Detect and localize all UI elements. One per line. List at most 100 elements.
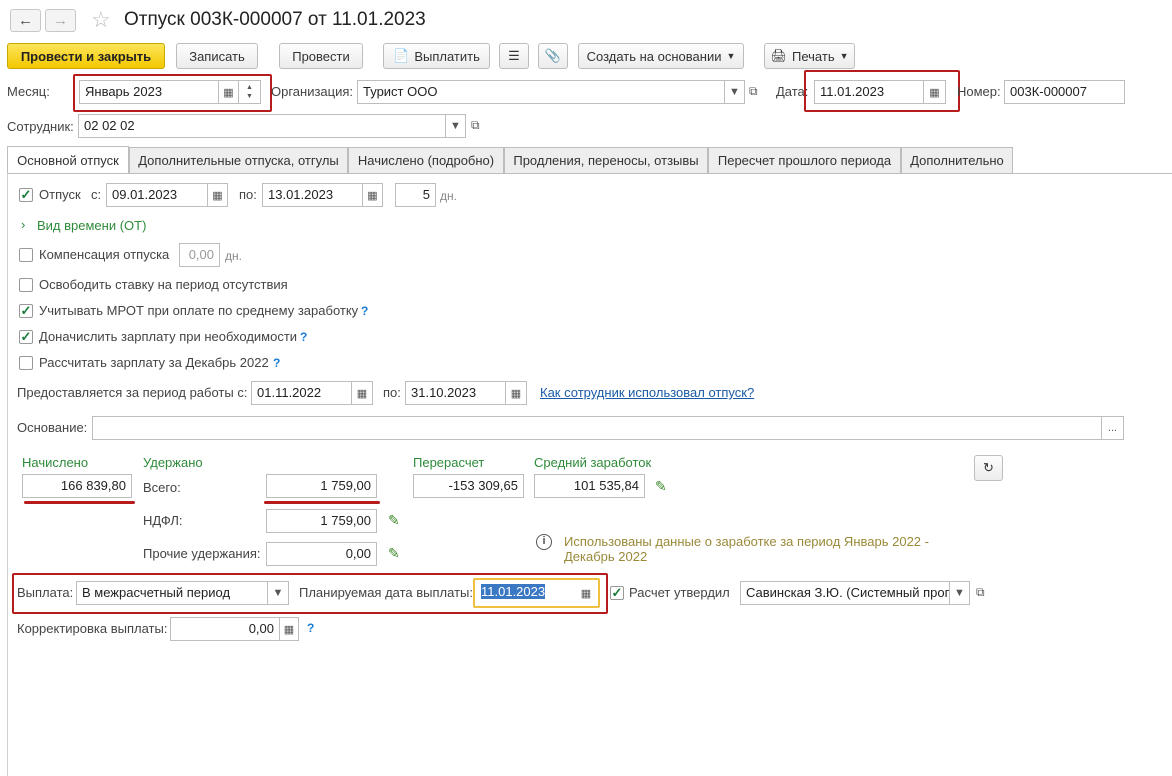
create-based-on-button[interactable]: Создать на основании ▼: [578, 43, 744, 69]
pay-button-label: Выплатить: [414, 48, 480, 64]
employee-field[interactable]: 02 02 02: [78, 114, 446, 138]
pay-button[interactable]: 📄 Выплатить: [383, 43, 490, 69]
average-earnings-label: Средний заработок: [534, 455, 652, 470]
period-from-field[interactable]: 01.11.2022: [251, 381, 352, 405]
month-label: Месяц:: [7, 84, 50, 99]
mrot-checkbox[interactable]: ✓: [19, 304, 33, 318]
help-icon[interactable]: ?: [307, 621, 314, 635]
ndfl-label: НДФЛ:: [143, 513, 183, 528]
payment-type-field[interactable]: В межрасчетный период: [76, 581, 268, 605]
vacation-from-field[interactable]: 09.01.2023: [106, 183, 208, 207]
post-button[interactable]: Провести: [279, 43, 363, 69]
dropdown-icon[interactable]: ▼: [268, 581, 289, 605]
dropdown-icon[interactable]: ▼: [950, 581, 970, 605]
attach-button[interactable]: 📎: [538, 43, 568, 69]
approver-field[interactable]: Савинская З.Ю. (Системный прог: [740, 581, 950, 605]
pencil-icon[interactable]: ✎: [388, 545, 400, 562]
period-label: Предоставляется за период работы с:: [17, 385, 248, 400]
printer-icon: 🖨: [770, 48, 787, 63]
planned-date-selected-text: 11.01.2023: [481, 584, 546, 599]
vacation-usage-link[interactable]: Как сотрудник использовал отпуск?: [540, 385, 754, 401]
journal-button[interactable]: ☰: [499, 43, 529, 69]
number-field[interactable]: 003К-000007: [1004, 80, 1125, 104]
additional-salary-checkbox[interactable]: ✓: [19, 330, 33, 344]
accrued-underline: [24, 501, 135, 504]
days-unit: дн.: [440, 189, 457, 203]
create-based-label: Создать на основании: [586, 48, 722, 64]
other-withholdings-field[interactable]: 0,00: [266, 542, 377, 566]
tab-panel-border: [7, 173, 1172, 174]
date-highlight: [804, 70, 960, 112]
open-icon[interactable]: ⧉: [471, 118, 480, 133]
time-kind-link[interactable]: Вид времени (ОТ): [37, 218, 146, 234]
payment-label: Выплата:: [17, 585, 74, 600]
tab-additional[interactable]: Дополнительно: [901, 147, 1013, 173]
compensation-checkbox[interactable]: [19, 248, 33, 262]
days-field[interactable]: 5: [395, 183, 436, 207]
calendar-icon[interactable]: ▦: [352, 381, 373, 405]
open-icon[interactable]: ⧉: [976, 585, 985, 600]
document-title: Отпуск 003К-000007 от 11.01.2023: [124, 9, 426, 30]
back-button[interactable]: ←: [10, 9, 41, 32]
calc-salary-checkbox[interactable]: [19, 356, 33, 370]
number-label: Номер:: [957, 84, 1001, 99]
compensation-unit: дн.: [225, 249, 242, 263]
pencil-icon[interactable]: ✎: [655, 478, 667, 495]
open-icon[interactable]: ⧉: [749, 84, 758, 99]
tab-additional-vacations[interactable]: Дополнительные отпуска, отгулы: [129, 147, 348, 173]
paperclip-icon: 📎: [544, 48, 562, 63]
save-button[interactable]: Записать: [176, 43, 258, 69]
help-icon[interactable]: ?: [273, 356, 280, 370]
print-button[interactable]: 🖨 Печать ▼: [764, 43, 855, 69]
help-icon[interactable]: ?: [361, 304, 368, 318]
caret-down-icon: ▼: [726, 51, 736, 61]
forward-button[interactable]: →: [45, 9, 76, 32]
pencil-icon[interactable]: ✎: [388, 512, 400, 529]
tab-extensions[interactable]: Продления, переносы, отзывы: [504, 147, 708, 173]
compensation-days-field[interactable]: 0,00: [179, 243, 220, 267]
calendar-icon[interactable]: ▦: [363, 183, 383, 207]
other-withholdings-label: Прочие удержания:: [143, 546, 261, 561]
accrued-label: Начислено: [22, 455, 89, 470]
total-underline: [264, 501, 380, 504]
vacation-to-field[interactable]: 13.01.2023: [262, 183, 363, 207]
organization-label: Организация:: [271, 84, 354, 99]
tab-recalculation[interactable]: Пересчет прошлого периода: [708, 147, 901, 173]
period-to-label: по:: [383, 385, 401, 400]
calendar-icon[interactable]: ▦: [575, 581, 597, 605]
calendar-icon[interactable]: ▦: [208, 183, 228, 207]
total-withheld-field[interactable]: 1 759,00: [266, 474, 377, 498]
tab-panel-left-border: [7, 173, 8, 776]
arrow-left-icon: ←: [18, 12, 33, 29]
refresh-button[interactable]: ↻: [974, 455, 1003, 481]
favorite-star-icon[interactable]: ☆: [91, 9, 111, 31]
recalc-label: Перерасчет: [413, 455, 485, 470]
ndfl-field[interactable]: 1 759,00: [266, 509, 377, 533]
planned-date-field[interactable]: 11.01.2023: [476, 581, 575, 605]
organization-field[interactable]: Турист ООО: [357, 80, 725, 104]
basis-field[interactable]: [92, 416, 1102, 440]
help-icon[interactable]: ?: [300, 330, 307, 344]
caret-down-icon: ▼: [839, 51, 849, 61]
info-icon: i: [536, 534, 552, 550]
post-and-close-button[interactable]: Провести и закрыть: [7, 43, 165, 69]
tab-main-vacation[interactable]: Основной отпуск: [7, 146, 129, 174]
calendar-icon[interactable]: ▦: [506, 381, 527, 405]
calculator-icon[interactable]: ▦: [280, 617, 299, 641]
accrued-field[interactable]: 166 839,80: [22, 474, 132, 498]
document-icon: 📄: [393, 48, 410, 63]
tab-accrued-detailed[interactable]: Начислено (подробно): [348, 147, 504, 173]
approved-checkbox[interactable]: ✓: [610, 586, 624, 600]
payment-correction-field[interactable]: 0,00: [170, 617, 280, 641]
period-to-field[interactable]: 31.10.2023: [405, 381, 506, 405]
dropdown-icon[interactable]: ▼: [446, 114, 466, 138]
dropdown-icon[interactable]: ▼: [725, 80, 745, 104]
vacation-checkbox[interactable]: ✓: [19, 188, 33, 202]
release-rate-checkbox[interactable]: [19, 278, 33, 292]
chevron-right-icon[interactable]: ›: [21, 217, 25, 233]
average-earnings-field[interactable]: 101 535,84: [534, 474, 645, 498]
refresh-icon: ↻: [983, 460, 994, 475]
basis-select-button[interactable]: ...: [1102, 416, 1124, 440]
additional-salary-label: Доначислить зарплату при необходимости: [39, 329, 298, 344]
recalc-field[interactable]: -153 309,65: [413, 474, 524, 498]
